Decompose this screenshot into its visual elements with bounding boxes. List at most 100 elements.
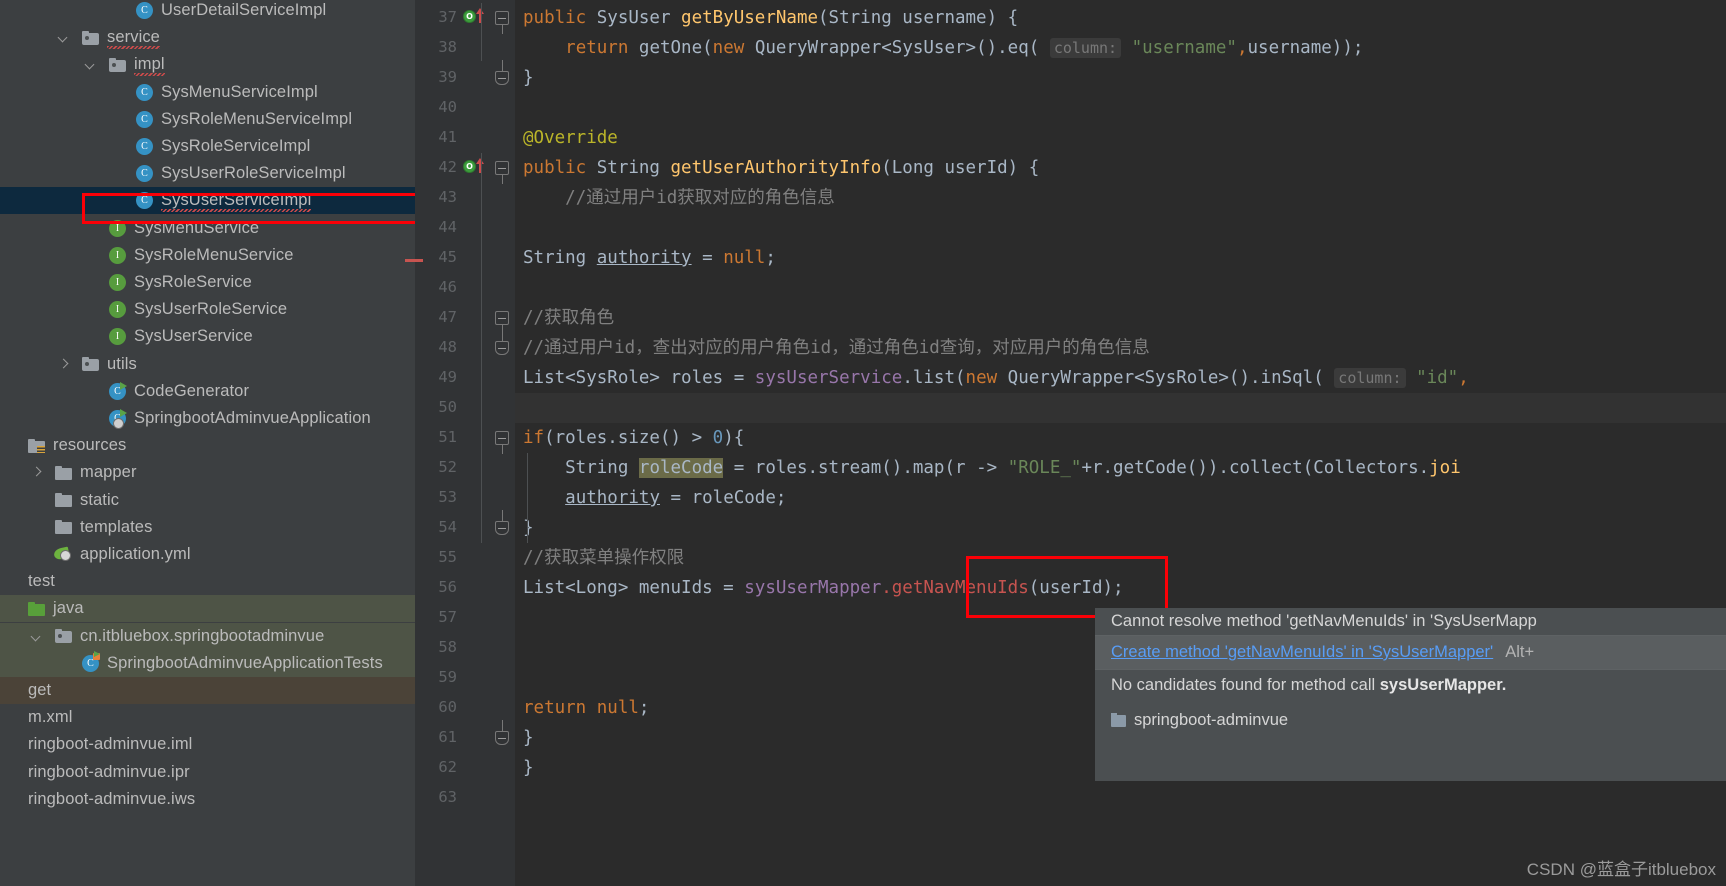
line-number: 40 (438, 98, 457, 116)
tree-item[interactable]: C UserDetailServiceImpl (0, 0, 415, 24)
project-tree-panel[interactable]: C UserDetailServiceImpl service impl C SysMen… (0, 0, 415, 886)
code-line[interactable]: //获取角色 (523, 303, 614, 333)
code-line[interactable]: } (523, 753, 534, 783)
code-fold-collapse-icon[interactable] (495, 311, 509, 334)
tree-item[interactable]: cn.itbluebox.springbootadminvue (0, 622, 415, 650)
tree-item-label: SysRoleMenuService (134, 245, 294, 264)
code-line[interactable]: } (523, 513, 534, 543)
code-line[interactable]: @Override (523, 123, 618, 153)
tree-item[interactable]: I SysUserService (0, 323, 415, 350)
tree-item[interactable]: C SysUserServiceImpl (0, 187, 415, 215)
code-fold-end-icon[interactable] (495, 720, 509, 745)
implements-icon[interactable]: O (463, 10, 476, 23)
current-line-highlight (515, 393, 1726, 423)
override-method-gutter-icon[interactable]: O (463, 157, 489, 177)
tree-item[interactable]: I SysMenuService (0, 215, 415, 242)
tree-item-label: impl (134, 55, 165, 77)
identifier-authority[interactable]: authority (565, 488, 660, 508)
class-icon: C (136, 138, 153, 155)
tree-item[interactable]: C SysRoleServiceImpl (0, 133, 415, 160)
implements-icon[interactable]: O (463, 160, 476, 173)
tree-item[interactable]: C SysRoleMenuServiceImpl (0, 106, 415, 133)
tree-item[interactable]: I SysUserRoleService (0, 296, 415, 323)
tree-item-label: java (53, 599, 84, 618)
code-line[interactable]: String authority = null; (523, 243, 776, 273)
tree-item[interactable]: templates (0, 514, 415, 541)
tree-item[interactable]: resources (0, 432, 415, 459)
code-line[interactable]: public SysUser getByUserName(String user… (523, 3, 1018, 33)
candidates-text: No candidates found for method call (1111, 676, 1380, 694)
tree-item[interactable]: m.xml (0, 704, 415, 731)
tree-item[interactable]: impl (0, 51, 415, 78)
chevron-right-icon[interactable] (31, 467, 42, 478)
tree-item[interactable]: java (0, 595, 415, 623)
tree-item[interactable]: ringboot-adminvue.ipr (0, 759, 415, 786)
code-line[interactable]: } (523, 63, 534, 93)
line-number: 45 (438, 248, 457, 266)
tree-item-label: cn.itbluebox.springbootadminvue (80, 626, 325, 645)
tree-item[interactable]: get (0, 677, 415, 704)
package-icon (55, 629, 72, 644)
tree-item-label: resources (53, 436, 127, 455)
override-method-gutter-icon[interactable]: O (463, 7, 489, 27)
tree-item-label: utils (107, 354, 137, 373)
tree-item-label: UserDetailServiceImpl (161, 1, 327, 19)
code-fold-collapse-icon[interactable] (495, 11, 509, 34)
unresolved-method-reference[interactable]: .getNavMenuIds (881, 578, 1029, 598)
tree-item[interactable]: mapper (0, 459, 415, 486)
code-line[interactable]: } (523, 723, 534, 753)
tree-item-label: SysUserRoleService (134, 300, 288, 319)
code-fold-collapse-icon[interactable] (495, 431, 509, 454)
code-fold-end-icon[interactable] (495, 60, 509, 85)
code-fold-end-icon[interactable] (495, 330, 509, 355)
chevron-right-icon[interactable] (58, 359, 69, 370)
code-line[interactable]: return getOne(new QueryWrapper<SysUser>(… (523, 33, 1363, 63)
tree-item[interactable]: service (0, 24, 415, 51)
error-stripe-marker[interactable] (405, 259, 423, 262)
tree-item[interactable]: C SysMenuServiceImpl (0, 79, 415, 106)
tree-item[interactable]: ringboot-adminvue.iws (0, 786, 415, 813)
tree-item[interactable]: C SpringbootAdminvueApplication (0, 405, 415, 432)
line-number: 46 (438, 278, 457, 296)
runnable-class-icon: C (109, 381, 127, 400)
code-line[interactable]: if(roles.size() > 0){ (523, 423, 744, 453)
class-icon: C (136, 110, 153, 128)
quickfix-row[interactable]: Create method 'getNavMenuIds' in 'SysUse… (1095, 636, 1726, 669)
code-line[interactable]: //通过用户id，查出对应的用户角色id，通过角色id查询，对应用户的角色信息 (523, 333, 1150, 363)
code-line[interactable]: //获取菜单操作权限 (523, 543, 684, 573)
tree-item[interactable]: C SysUserRoleServiceImpl (0, 160, 415, 187)
tree-item[interactable]: application.yml (0, 541, 415, 568)
tree-item[interactable]: test (0, 568, 415, 595)
tree-item[interactable]: static (0, 487, 415, 514)
code-line[interactable]: public String getUserAuthorityInfo(Long … (523, 153, 1039, 183)
code-line[interactable]: List<SysRole> roles = sysUserService.lis… (523, 363, 1469, 393)
chevron-down-icon[interactable] (85, 59, 96, 70)
line-number: 59 (438, 668, 457, 686)
line-number: 50 (438, 398, 457, 416)
inspection-tooltip[interactable]: Cannot resolve method 'getNavMenuIds' in… (1095, 608, 1726, 781)
code-fold-collapse-icon[interactable] (495, 161, 509, 184)
identifier-authority[interactable]: authority (597, 248, 692, 268)
tree-item[interactable]: utils (0, 351, 415, 378)
chevron-down-icon[interactable] (58, 32, 69, 43)
tree-item-label: ringboot-adminvue.iws (28, 789, 196, 808)
chevron-down-icon[interactable] (31, 631, 42, 642)
tree-item[interactable]: I SysRoleService (0, 269, 415, 296)
tree-item[interactable]: I SysRoleMenuService (0, 242, 415, 269)
code-line[interactable]: String roleCode = roles.stream().map(r -… (523, 453, 1461, 483)
tree-item[interactable]: ringboot-adminvue.iml (0, 731, 415, 758)
line-number: 48 (438, 338, 457, 356)
tree-item-label: mapper (80, 463, 137, 482)
tree-item[interactable]: C CodeGenerator (0, 378, 415, 405)
tree-item[interactable]: C SpringbootAdminvueApplicationTests (0, 649, 415, 677)
code-line[interactable]: authority = roleCode; (523, 483, 786, 513)
code-line[interactable]: List<Long> menuIds = sysUserMapper.getNa… (523, 573, 1124, 603)
line-number: 60 (438, 698, 457, 716)
quickfix-create-method-link[interactable]: Create method 'getNavMenuIds' in 'SysUse… (1111, 643, 1493, 662)
editor-gutter[interactable]: 37 O 38 39 40 41 42 O 43 44 45 46 47 48 49 50 51 52 53 54 55… (415, 0, 515, 886)
code-fold-end-icon[interactable] (495, 510, 509, 535)
folder-icon (55, 520, 72, 535)
code-line[interactable]: return null; (523, 693, 649, 723)
code-line[interactable]: //通过用户id获取对应的角色信息 (523, 183, 835, 213)
line-number: 38 (438, 38, 457, 56)
